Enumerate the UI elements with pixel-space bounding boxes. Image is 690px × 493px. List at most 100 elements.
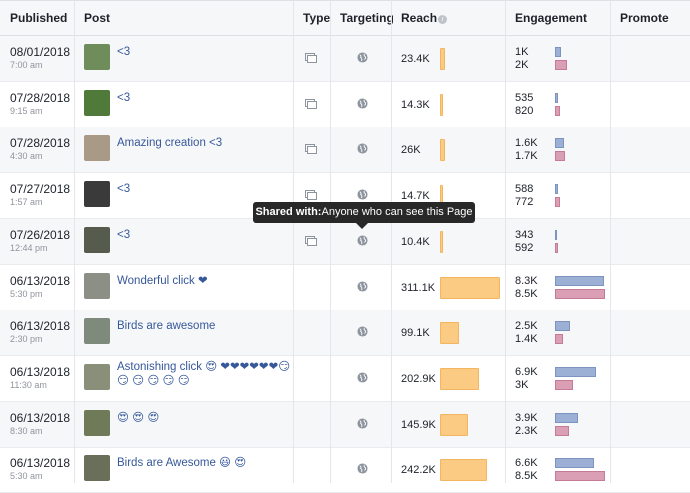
post-link[interactable]: Amazing creation <3 xyxy=(117,136,222,150)
published-date: 06/13/2018 xyxy=(10,456,71,471)
post-text: Wonderful click ❤ xyxy=(117,274,208,287)
post-thumbnail[interactable] xyxy=(84,135,110,162)
table-row[interactable]: 06/13/2018 5:30 pm Wonderful click ❤ 311.1K… xyxy=(0,265,690,311)
post-link[interactable]: <3 xyxy=(117,91,130,105)
published-date: 07/27/2018 xyxy=(10,182,71,197)
engagement-bar-2 xyxy=(555,379,573,390)
post-text: Birds are Awesome 😃 😍 xyxy=(117,457,247,470)
post-thumbnail[interactable] xyxy=(84,363,110,390)
published-time: 11:30 am xyxy=(10,379,47,390)
engagement-value-1: 1K xyxy=(515,46,529,58)
reach-bar xyxy=(440,322,460,345)
engagement-value-1: 2.5K xyxy=(515,320,538,333)
globe-icon[interactable] xyxy=(357,189,368,200)
post-text: 😍 😍 😍 xyxy=(117,411,160,424)
engagement-bar-2 xyxy=(555,288,605,299)
post-thumbnail[interactable] xyxy=(84,44,110,70)
post-thumbnail[interactable] xyxy=(84,226,110,253)
post-thumbnail[interactable] xyxy=(84,89,110,116)
post-thumbnail[interactable] xyxy=(84,318,110,345)
engagement-value-1: 8.3K xyxy=(515,274,538,287)
reach-value: 99.1K xyxy=(401,327,430,340)
column-divider xyxy=(293,0,294,483)
table-row[interactable]: 06/13/2018 8:30 am 😍 😍 😍 145.9K 3.9K 2.3K xyxy=(0,401,690,448)
header-promote[interactable]: Promote xyxy=(610,1,690,36)
reach-bar xyxy=(440,367,480,390)
engagement-bar-2 xyxy=(555,197,560,208)
header-post[interactable]: Post xyxy=(74,1,293,36)
reach-value: 10.4K xyxy=(401,235,430,248)
post-text: <3 xyxy=(117,91,131,104)
post-thumbnail[interactable] xyxy=(84,272,110,299)
reach-value: 202.9K xyxy=(401,372,436,385)
post-thumbnail[interactable] xyxy=(84,181,110,208)
engagement-bar-1 xyxy=(555,321,570,332)
post-text: <3 xyxy=(117,228,131,241)
engagement-bar-1 xyxy=(555,229,558,240)
engagement-value-1: 1.6K xyxy=(515,137,538,150)
engagement-bar-2 xyxy=(555,151,565,162)
post-text: <3 xyxy=(117,183,131,196)
engagement-value-1: 588 xyxy=(515,183,534,196)
globe-icon[interactable] xyxy=(357,372,368,383)
reach-bar xyxy=(440,48,445,70)
table-row[interactable]: 07/28/2018 9:15 am <3 14.3K 535 820 xyxy=(0,82,690,128)
table-row[interactable]: 07/26/2018 12:44 pm <3 10.4K 343 592 xyxy=(0,218,690,265)
album-type-icon xyxy=(305,144,317,155)
engagement-value-1: 6.6K xyxy=(515,457,538,470)
globe-icon[interactable] xyxy=(357,326,368,337)
header-engagement[interactable]: Engagement xyxy=(505,1,610,36)
globe-icon[interactable] xyxy=(357,143,368,154)
post-link[interactable]: <3 xyxy=(117,182,130,196)
post-thumbnail[interactable] xyxy=(84,409,110,436)
header-type[interactable]: Type xyxy=(293,1,330,36)
post-thumbnail[interactable] xyxy=(84,455,110,482)
table-row[interactable]: 06/13/2018 2:30 pm Birds are awesome 99.1K 2… xyxy=(0,310,690,357)
published-date: 06/13/2018 xyxy=(10,273,71,288)
globe-icon[interactable] xyxy=(357,463,368,474)
post-text: Birds are awesome xyxy=(117,320,216,333)
engagement-bar-1 xyxy=(555,275,604,286)
header-reach[interactable]: Reach xyxy=(391,1,505,36)
engagement-bar-1 xyxy=(555,458,594,469)
reach-bar xyxy=(440,139,445,162)
engagement-value-2: 8.5K xyxy=(515,287,538,300)
globe-icon[interactable] xyxy=(357,418,368,429)
post-link[interactable]: 😍 😍 😍 xyxy=(117,411,159,425)
column-divider xyxy=(610,0,611,483)
post-link[interactable]: <3 xyxy=(117,228,130,242)
info-icon[interactable]: i xyxy=(438,15,447,24)
engagement-bar-2 xyxy=(555,242,559,253)
table-row[interactable]: 07/28/2018 4:30 am Amazing creation <3 26K 1… xyxy=(0,127,690,174)
engagement-value-2: 592 xyxy=(515,241,534,254)
table-row[interactable]: 06/13/2018 5:30 am Birds are Awesome 😃 😍 24… xyxy=(0,447,690,493)
table-row[interactable]: 06/13/2018 11:30 am Astonishing click 😍 ❤❤… xyxy=(0,356,690,402)
engagement-bar-2 xyxy=(555,334,564,345)
post-link[interactable]: <3 xyxy=(117,45,130,59)
published-time: 7:00 am xyxy=(10,60,43,70)
post-link[interactable]: Wonderful click ❤ xyxy=(117,274,208,288)
post-link[interactable]: Birds are Awesome 😃 😍 xyxy=(117,456,246,470)
globe-icon[interactable] xyxy=(357,98,368,109)
engagement-value-2: 8.5K xyxy=(515,470,538,483)
post-link[interactable]: Astonishing click 😍 ❤❤❤❤❤❤😏 😏 😏 😏 😏 😏 xyxy=(117,360,290,388)
shared-with-tooltip: Shared with:Anyone who can see this Page xyxy=(253,202,475,229)
globe-icon[interactable] xyxy=(357,280,368,292)
engagement-value-1: 343 xyxy=(515,228,534,241)
published-date: 06/13/2018 xyxy=(10,410,71,425)
table-row[interactable]: 08/01/2018 7:00 am <3 23.4K 1K 2K xyxy=(0,36,690,82)
engagement-bar-2 xyxy=(555,105,560,116)
header-targeting[interactable]: Targeting xyxy=(330,1,394,36)
column-divider xyxy=(330,0,331,483)
engagement-bar-2 xyxy=(555,425,569,436)
reach-value: 14.3K xyxy=(401,98,430,111)
globe-icon[interactable] xyxy=(357,235,368,246)
post-link[interactable]: Birds are awesome xyxy=(117,319,215,333)
reach-value: 14.7K xyxy=(401,190,430,203)
globe-icon[interactable] xyxy=(357,52,368,63)
published-time: 8:30 am xyxy=(10,425,43,436)
header-published[interactable]: Published xyxy=(0,1,74,36)
published-time: 2:30 pm xyxy=(10,334,43,345)
reach-value: 311.1K xyxy=(401,281,436,294)
engagement-bar-2 xyxy=(555,471,605,482)
